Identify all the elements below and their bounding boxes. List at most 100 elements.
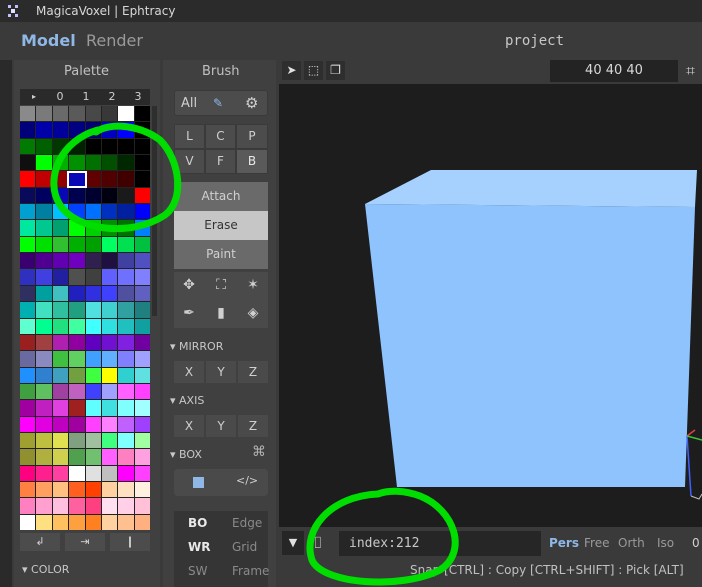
palette-swatch[interactable] [52,122,69,138]
palette-swatch[interactable] [69,253,85,269]
copy-layers-icon[interactable]: ❐ [326,61,345,80]
axis-y-button[interactable]: Y [206,415,236,437]
palette-swatch[interactable] [69,351,85,367]
palette-swatch[interactable] [118,498,134,514]
palette-swatch[interactable] [118,465,134,481]
palette-swatch[interactable] [134,351,150,367]
palette-swatch[interactable] [20,481,36,498]
palette-swatch[interactable] [118,155,134,171]
palette-swatch[interactable] [118,367,134,383]
box-solid-icon[interactable] [193,477,204,488]
palette-swatch[interactable] [134,138,150,155]
palette-swatch[interactable] [134,498,150,514]
palette-swatch[interactable] [36,171,52,187]
display-grid-label[interactable]: Grid [232,540,257,554]
palette-swatch[interactable] [36,220,52,236]
palette-swatch[interactable] [134,269,150,285]
mode-paint-button[interactable]: Paint [174,240,268,269]
palette-swatch[interactable] [134,432,150,449]
palette-swatch[interactable] [69,416,85,432]
palette-swatch[interactable] [36,236,52,253]
palette-swatch[interactable] [36,269,52,285]
palette-swatch[interactable] [101,187,118,204]
palette-swatch[interactable] [85,138,101,155]
cursor-icon[interactable]: ➤ [282,61,301,80]
palette-swatch[interactable] [69,106,85,122]
palette-swatch[interactable] [101,236,118,253]
palette-swatch[interactable] [101,367,118,383]
camera-icon[interactable]: ⌷ [313,533,323,553]
move-icon[interactable]: ✥ [174,274,204,296]
crop-icon[interactable]: ⌗ [686,61,695,81]
palette-swatch[interactable] [52,498,69,514]
palette-swatch[interactable] [134,171,150,187]
palette-swatch[interactable] [118,138,134,155]
palette-swatch[interactable] [52,514,69,530]
box-section-toggle[interactable]: ▾ BOX [170,448,202,461]
palette-swatch[interactable] [118,220,134,236]
palette-swatch[interactable] [69,367,85,383]
palette-swatch[interactable] [20,155,36,171]
palette-swatch[interactable] [101,351,118,367]
marquee-icon[interactable]: ⬚ [304,61,323,80]
palette-swatch[interactable] [101,514,118,530]
palette-swatch[interactable] [36,367,52,383]
palette-swatch[interactable] [20,122,36,138]
palette-swatch[interactable] [69,302,85,318]
brush-type-L[interactable]: L [174,124,205,149]
palette-swatch[interactable] [52,220,69,236]
palette-page-0[interactable]: 0 [48,89,72,105]
palette-swatch[interactable] [134,481,150,498]
palette-swatch[interactable] [69,187,85,204]
palette-swatch[interactable] [101,449,118,465]
palette-swatch[interactable] [118,269,134,285]
palette-swatch[interactable] [85,400,101,416]
palette-swatch[interactable] [52,318,69,334]
palette-swatch[interactable] [20,318,36,334]
palette-swatch[interactable] [52,155,69,171]
mode-erase-button[interactable]: Erase [174,211,268,240]
palette-swatch[interactable] [134,367,150,383]
brush-type-V[interactable]: V [174,149,205,174]
palette-swatch[interactable] [20,302,36,318]
palette-swatch[interactable] [52,187,69,204]
palette-swatch[interactable] [69,514,85,530]
palette-swatch[interactable] [20,187,36,204]
palette-swatch[interactable] [52,269,69,285]
palette-swatch[interactable] [20,138,36,155]
palette-swatch[interactable] [85,220,101,236]
dropdown-toggle[interactable]: ▼ [282,531,304,555]
palette-swatch[interactable] [36,351,52,367]
mirror-x-button[interactable]: X [174,361,204,383]
tab-render[interactable]: Render [86,31,143,50]
brush-type-C[interactable]: C [205,124,236,149]
mirror-y-button[interactable]: Y [206,361,236,383]
palette-swatch[interactable] [36,106,52,122]
trash-icon[interactable]: ▮ [206,302,236,324]
palette-swatch[interactable] [118,514,134,530]
palette-swatch[interactable] [101,138,118,155]
palette-swatch[interactable] [85,449,101,465]
palette-swatch[interactable] [134,236,150,253]
palette-page-2[interactable]: 2 [100,89,124,105]
palette-swatch[interactable] [118,416,134,432]
palette-swatch[interactable] [69,155,85,171]
palette-swatch[interactable] [20,334,36,351]
palette-swatch[interactable] [134,187,150,204]
palette-swatch[interactable] [20,220,36,236]
axis-z-button[interactable]: Z [238,415,268,437]
palette-swatch[interactable] [52,138,69,155]
palette-swatch[interactable] [85,269,101,285]
palette-swatch[interactable] [69,269,85,285]
palette-swatch[interactable] [52,204,69,220]
display-bo-key[interactable]: BO [188,516,207,530]
palette-swatch[interactable] [118,187,134,204]
tab-model[interactable]: Model [21,31,76,50]
palette-swatch[interactable] [101,498,118,514]
brush-type-P[interactable]: P [236,124,268,149]
palette-swatch[interactable] [134,514,150,530]
palette-swatch[interactable] [69,138,85,155]
palette-swatch[interactable] [85,122,101,138]
palette-swatch[interactable] [20,171,36,187]
palette-swatch[interactable] [101,416,118,432]
